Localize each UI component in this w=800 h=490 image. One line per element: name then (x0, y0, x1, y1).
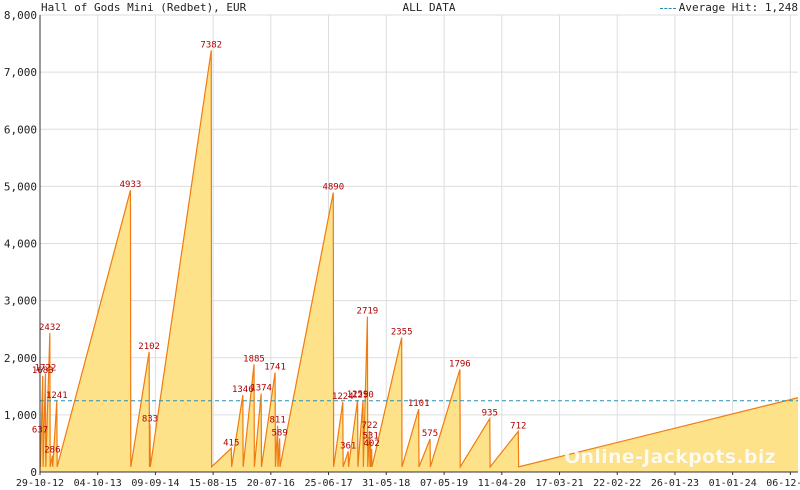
data-label: 1796 (449, 359, 471, 369)
data-label: 1101 (408, 399, 430, 409)
data-label: 361 (340, 441, 356, 451)
data-label: 402 (364, 439, 380, 449)
data-label: 575 (422, 429, 438, 439)
x-tick-label: 29-10-12 (16, 478, 64, 489)
x-tick-label: 26-01-23 (651, 478, 699, 489)
data-label: 722 (361, 421, 377, 431)
y-tick-label: 7,000 (4, 66, 37, 79)
x-tick-label: 22-02-22 (593, 478, 641, 489)
y-tick-label: 4,000 (4, 238, 37, 251)
y-tick-label: 1,000 (4, 409, 37, 422)
data-label: 2719 (357, 307, 379, 317)
y-tick-label: 6,000 (4, 123, 37, 136)
data-label: 1241 (46, 391, 68, 401)
data-label: 7382 (200, 40, 222, 50)
data-label: 1741 (264, 363, 286, 373)
x-tick-label: 11-04-20 (478, 478, 526, 489)
x-tick-label: 04-10-13 (74, 478, 122, 489)
x-tick-label: 09-09-14 (131, 478, 179, 489)
data-label: 1722 (35, 364, 57, 374)
data-label: 589 (272, 428, 288, 438)
data-label: 2102 (138, 342, 160, 352)
x-tick-label: 31-05-18 (362, 478, 410, 489)
y-tick-label: 5,000 (4, 180, 37, 193)
data-label: 286 (44, 446, 60, 456)
average-legend: Average Hit: 1,248 (659, 1, 798, 14)
x-tick-label: 07-05-19 (420, 478, 468, 489)
average-legend-dash (659, 7, 676, 9)
data-label: 2355 (391, 327, 413, 337)
x-tick-label: 01-01-24 (709, 478, 757, 489)
data-label: 415 (223, 438, 239, 448)
data-label: 4890 (322, 183, 344, 193)
data-label: 935 (482, 409, 498, 419)
average-legend-label: Average Hit: 1,248 (678, 1, 798, 14)
y-tick-label: 3,000 (4, 295, 37, 308)
y-tick-label: 2,000 (4, 352, 37, 365)
jackpot-history-chart: 6371683172224322861241493321028337382415… (4, 9, 800, 489)
data-label: 1374 (250, 384, 272, 394)
x-tick-label: 20-07-16 (247, 478, 295, 489)
data-label: 1885 (243, 354, 265, 364)
watermark: Online-Jackpots.biz (564, 446, 776, 468)
data-label: 811 (269, 416, 285, 426)
data-label: 833 (142, 414, 158, 424)
x-tick-label: 17-03-21 (535, 478, 583, 489)
data-label: 2432 (39, 323, 61, 333)
x-tick-label: 06-12-24 (766, 478, 800, 489)
data-label: 1250 (352, 391, 374, 401)
x-tick-label: 25-06-17 (304, 478, 352, 489)
data-label: 4933 (120, 180, 142, 190)
x-tick-label: 15-08-15 (189, 478, 237, 489)
data-label: 712 (510, 421, 526, 431)
